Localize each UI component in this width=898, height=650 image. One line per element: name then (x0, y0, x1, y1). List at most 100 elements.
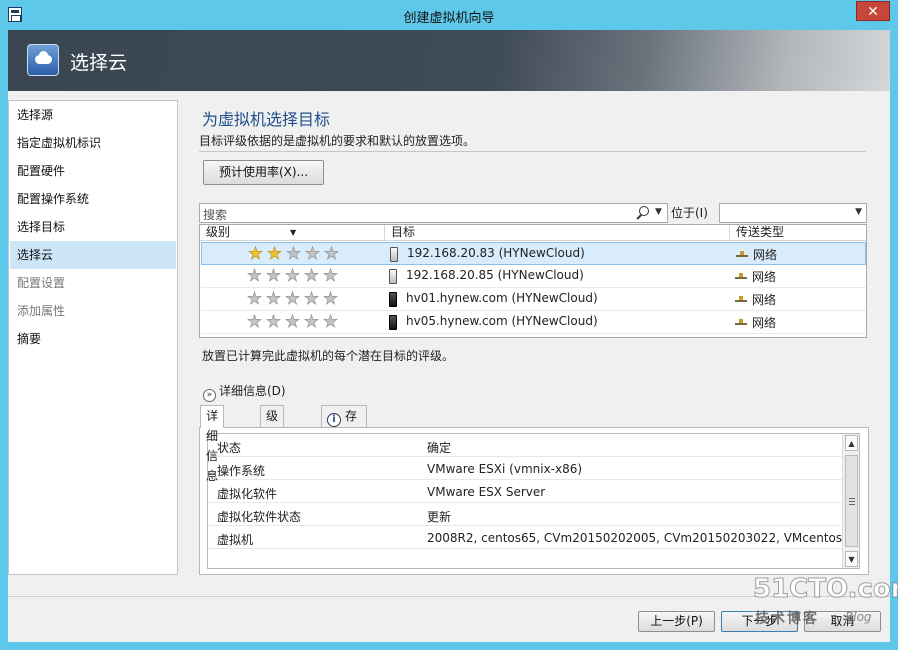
wizard-frame: 选择云 选择源 指定虚拟机标识 配置硬件 配置操作系统 选择目标 选择云 配置设置 添加属性摘… (8, 30, 890, 642)
star-icon: ★ (303, 312, 320, 332)
detail-row: 虚拟机 2008R2, centos65, CVm20150202005, CVm… (208, 526, 859, 549)
detail-row: 虚拟化软件状态 更新 (208, 503, 845, 526)
estimate-usage-button[interactable]: 预计使用率(X)... (203, 160, 324, 185)
search-icon[interactable] (636, 206, 649, 219)
info-icon: i (327, 413, 341, 427)
star-icon: ★ (265, 312, 282, 332)
detail-row: 状态 确定 (208, 434, 845, 457)
scroll-up-icon[interactable]: ▲ (845, 435, 858, 451)
grip-icon (849, 498, 855, 505)
sort-descending-icon: ▼ (290, 228, 297, 237)
star-icon: ★ (246, 266, 263, 286)
watermark-logo: 51CTO.com 技术博客 Blog (745, 572, 898, 636)
grid-header: 级别 ▼ 目标 传送类型 (200, 225, 866, 241)
nav-step-item[interactable]: 选择目标 (9, 213, 177, 241)
vertical-scrollbar[interactable]: ▲ ▼ (842, 434, 859, 568)
star-icon: ★ (265, 289, 282, 309)
nav-step-item[interactable]: 选择云 (10, 241, 176, 269)
expand-chevron-icon[interactable]: » (203, 389, 216, 402)
nav-step-item[interactable]: 摘要 (9, 325, 177, 353)
detail-key: 虚拟化软件状态 (217, 510, 302, 524)
tab-rating-explanation[interactable]: 级别解释 (260, 405, 285, 483)
server-icon (389, 269, 397, 284)
cloud-icon (27, 44, 59, 76)
details-toggle[interactable]: » 详细信息(D) (203, 382, 286, 402)
watermark-main: 51CTO.com (753, 574, 898, 605)
detail-row: 操作系统 VMware ESXi (vmnix-x86) (208, 457, 845, 480)
tab-panel-details: 状态 确定操作系统 VMware ESXi (vmnix-x86) 虚拟化软件 VMwa… (199, 427, 869, 575)
column-header-label: 级别 (206, 225, 231, 239)
column-header-rating[interactable]: 级别 ▼ (200, 225, 385, 241)
nav-step-item[interactable]: 配置硬件 (9, 157, 177, 185)
star-icon: ★ (246, 312, 263, 332)
details-list: 状态 确定操作系统 VMware ESXi (vmnix-x86) 虚拟化软件 VMwa… (207, 433, 860, 569)
nav-step-item[interactable]: 选择源 (9, 101, 177, 129)
network-icon (735, 319, 747, 325)
target-row[interactable]: ★ ★ ★ ★ ★ hv01.hynew.com (HYNewCloud) 网络 (201, 288, 866, 311)
target-name: hv01.hynew.com (HYNewCloud) (406, 291, 598, 305)
rating-stars: ★ ★ ★ ★ ★ (245, 266, 340, 286)
scrollbar-thumb[interactable] (845, 455, 858, 547)
target-name: 192.168.20.83 (HYNewCloud) (407, 246, 585, 260)
star-icon: ★ (303, 289, 320, 309)
watermark-sub: 技术博客 (755, 611, 819, 627)
wizard-step-list: 选择源 指定虚拟机标识 配置硬件 配置操作系统 选择目标 选择云 配置设置 添加属性 摘要 (8, 100, 178, 575)
location-select[interactable]: ▼ (719, 203, 867, 223)
detail-key: 虚拟机 (217, 533, 254, 547)
detail-value: VMware ESX Server (427, 485, 546, 499)
tab-san-explanation[interactable]: i存储区域网络(SAN)解释 (321, 405, 368, 524)
nav-step-item[interactable]: 配置设置 (9, 269, 177, 297)
target-grid: 级别 ▼ 目标 传送类型 ★ ★ ★ ★ ★ 192.168.20.83 (HYNewCl… (199, 224, 867, 338)
transfer-type: 网络 (753, 248, 778, 262)
watermark-blog: Blog (845, 610, 872, 624)
chevron-down-icon[interactable]: ▼ (855, 207, 862, 217)
transfer-type: 网络 (752, 316, 777, 330)
star-icon: ★ (284, 289, 301, 309)
network-icon (735, 296, 747, 302)
star-icon: ★ (304, 244, 321, 264)
transfer-type: 网络 (752, 293, 777, 307)
target-name: hv05.hynew.com (HYNewCloud) (406, 314, 598, 328)
wizard-banner: 选择云 (8, 30, 890, 91)
nav-step-item[interactable]: 配置操作系统 (9, 185, 177, 213)
star-icon: ★ (266, 244, 283, 264)
server-icon (389, 315, 397, 330)
chevron-down-icon[interactable]: ▼ (655, 207, 662, 217)
star-icon: ★ (247, 244, 264, 264)
star-icon: ★ (246, 289, 263, 309)
star-icon: ★ (284, 312, 301, 332)
column-header-target[interactable]: 目标 (385, 225, 730, 241)
column-header-transfer[interactable]: 传送类型 (730, 225, 866, 241)
star-icon: ★ (265, 266, 282, 286)
star-icon: ★ (322, 289, 339, 309)
rating-stars: ★ ★ ★ ★ ★ (245, 312, 340, 332)
scroll-down-icon[interactable]: ▼ (845, 551, 858, 567)
star-icon: ★ (303, 266, 320, 286)
rating-stars: ★ ★ ★ ★ ★ (246, 244, 341, 264)
search-placeholder: 搜索 (203, 208, 228, 222)
network-icon (735, 273, 747, 279)
detail-value: 更新 (427, 510, 452, 524)
previous-button[interactable]: 上一步(P) (638, 611, 715, 632)
nav-step-item[interactable]: 添加属性 (9, 297, 177, 325)
detail-row: 虚拟化软件 VMware ESX Server (208, 480, 845, 503)
nav-step-item[interactable]: 指定虚拟机标识 (9, 129, 177, 157)
detail-value: 2008R2, centos65, CVm20150202005, CVm201… (427, 531, 860, 545)
divider (199, 151, 866, 152)
rating-stars: ★ ★ ★ ★ ★ (245, 289, 340, 309)
target-row[interactable]: ★ ★ ★ ★ ★ hv05.hynew.com (HYNewCloud) 网络 (201, 311, 866, 334)
detail-key: 状态 (217, 441, 242, 455)
search-input[interactable]: 搜索 ▼ (199, 203, 668, 223)
target-row[interactable]: ★ ★ ★ ★ ★ 192.168.20.83 (HYNewCloud) 网络 (201, 242, 866, 265)
tab-details[interactable]: 详细信息 (200, 405, 225, 483)
placement-note: 放置已计算完此虚拟机的每个潜在目标的评级。 (202, 349, 455, 363)
target-row[interactable]: ★ ★ ★ ★ ★ 192.168.20.85 (HYNewCloud) 网络 (201, 265, 866, 288)
window-titlebar: 创建虚拟机向导 ✕ (0, 0, 898, 30)
network-icon (736, 251, 748, 257)
details-toggle-label: 详细信息(D) (219, 384, 286, 398)
close-button[interactable]: ✕ (856, 1, 890, 21)
star-icon: ★ (323, 244, 340, 264)
star-icon: ★ (322, 312, 339, 332)
detail-value: 确定 (427, 441, 452, 455)
star-icon: ★ (322, 266, 339, 286)
